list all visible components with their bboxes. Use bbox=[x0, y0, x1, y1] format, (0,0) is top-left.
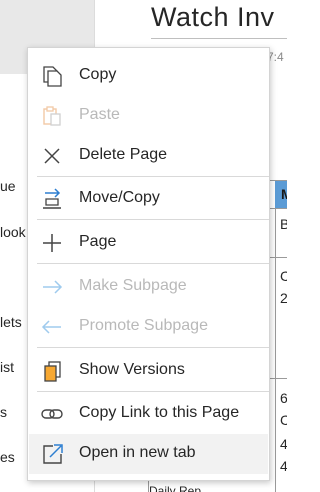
page-list-item[interactable]: s bbox=[0, 404, 7, 420]
move-copy-icon bbox=[41, 188, 63, 210]
page-list-item[interactable]: Daily Rep bbox=[149, 484, 201, 492]
copy-icon bbox=[41, 65, 63, 87]
page-list-item[interactable]: ist bbox=[0, 359, 14, 375]
menu-item-label: Promote Subpage bbox=[79, 317, 208, 334]
table-border bbox=[275, 208, 276, 492]
menu-item-make-subpage[interactable]: Make Subpage bbox=[29, 267, 268, 307]
menu-separator bbox=[37, 176, 269, 177]
table-cell[interactable]: C bbox=[280, 268, 287, 284]
table-cell[interactable]: 2 bbox=[280, 290, 287, 306]
menu-item-label: Move/Copy bbox=[79, 189, 160, 206]
menu-item-delete-page[interactable]: Delete Page bbox=[29, 136, 268, 176]
paste-icon bbox=[41, 105, 63, 127]
menu-item-paste[interactable]: Paste bbox=[29, 96, 268, 136]
table-cell[interactable]: 4 bbox=[280, 436, 287, 452]
close-icon bbox=[41, 145, 63, 167]
menu-item-label: Open in new tab bbox=[79, 444, 196, 461]
menu-item-label: Page bbox=[79, 233, 117, 250]
menu-item-copy-link[interactable]: Copy Link to this Page bbox=[29, 394, 268, 434]
menu-item-label: Copy Link to this Page bbox=[79, 404, 240, 421]
versions-icon bbox=[41, 360, 63, 382]
menu-item-label: Paste bbox=[79, 106, 120, 123]
menu-item-copy[interactable]: Copy bbox=[29, 56, 268, 96]
table-header-cell[interactable]: M bbox=[275, 180, 287, 208]
menu-item-open-new-tab[interactable]: Open in new tab bbox=[29, 434, 268, 474]
table-cell[interactable]: 6 bbox=[280, 390, 287, 406]
table-cell[interactable]: 4 bbox=[280, 458, 287, 474]
menu-item-new-page[interactable]: Page bbox=[29, 223, 268, 263]
menu-item-promote-subpage[interactable]: Promote Subpage bbox=[29, 307, 268, 347]
page-title[interactable]: Watch Inv bbox=[151, 2, 275, 33]
menu-item-move-copy[interactable]: Move/Copy bbox=[29, 179, 268, 219]
menu-item-label: Show Versions bbox=[79, 361, 185, 378]
table-cell[interactable]: C bbox=[280, 412, 287, 428]
menu-item-label: Delete Page bbox=[79, 146, 168, 163]
table-cell[interactable]: B bbox=[280, 216, 287, 232]
menu-item-show-versions[interactable]: Show Versions bbox=[29, 351, 268, 391]
menu-item-label: Copy bbox=[79, 66, 117, 83]
open-new-tab-icon bbox=[41, 443, 63, 465]
plus-icon bbox=[41, 232, 63, 254]
arrow-right-icon bbox=[41, 276, 63, 298]
title-underline bbox=[151, 38, 287, 39]
page-list-item[interactable]: ue bbox=[0, 178, 16, 194]
arrow-left-icon bbox=[41, 316, 63, 338]
link-icon bbox=[41, 403, 63, 425]
page-list-item[interactable]: look bbox=[0, 224, 26, 240]
page-list-item[interactable]: lets bbox=[0, 314, 22, 330]
context-menu: Copy Paste Delete Page Move/Copy Page Ma… bbox=[27, 47, 270, 481]
menu-separator bbox=[37, 263, 269, 264]
page-list-item[interactable]: es bbox=[0, 449, 15, 465]
menu-separator bbox=[37, 391, 269, 392]
menu-item-label: Make Subpage bbox=[79, 277, 187, 294]
menu-separator bbox=[37, 347, 269, 348]
menu-separator bbox=[37, 219, 269, 220]
